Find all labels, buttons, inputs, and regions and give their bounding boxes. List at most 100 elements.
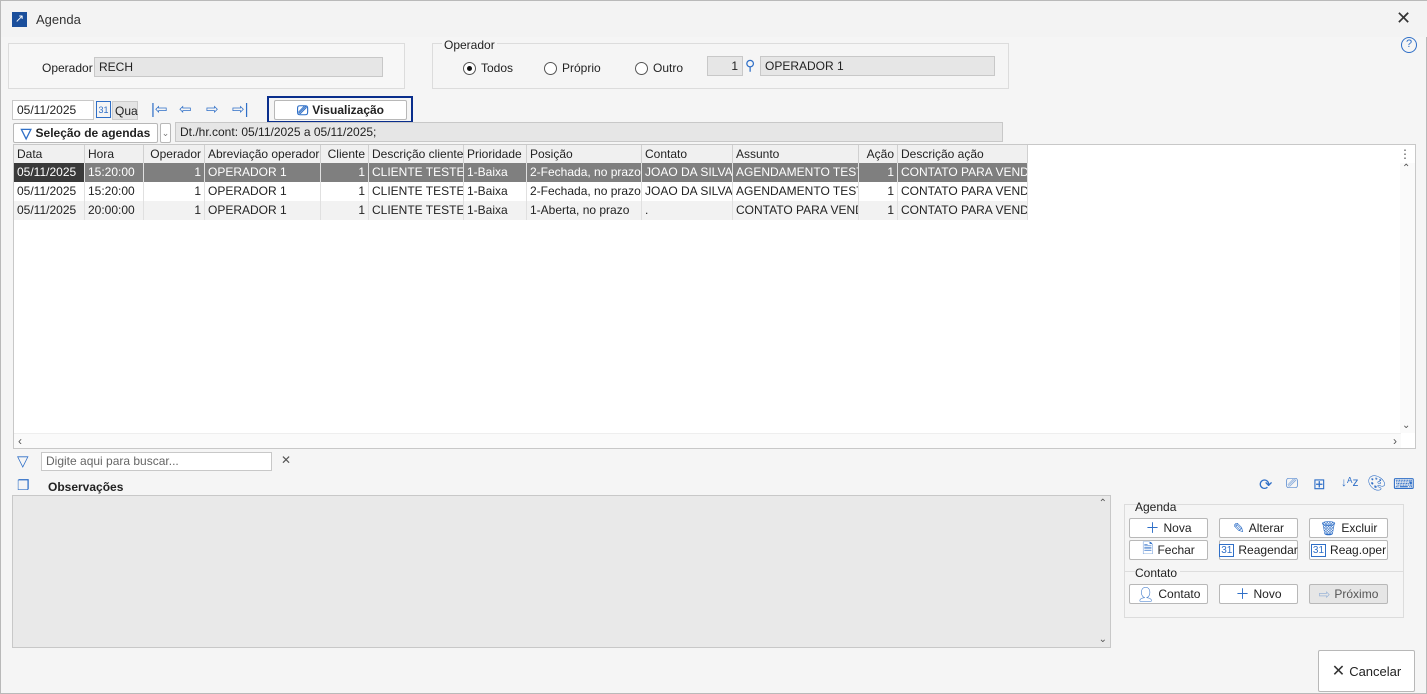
observations-label: Observações	[48, 480, 124, 494]
table-cell: 1	[144, 163, 205, 182]
calendar-icon[interactable]: 31	[96, 101, 111, 118]
last-record-icon[interactable]: ⇨|	[232, 100, 248, 118]
window-title: Agenda	[36, 12, 81, 27]
first-record-icon[interactable]: |⇦	[151, 100, 167, 118]
edit-icon: ✎	[1232, 519, 1245, 536]
table-cell: 1	[144, 182, 205, 201]
table-cell: CONTATO PARA VENDA	[733, 201, 859, 220]
nova-button[interactable]: ＋ Nova	[1129, 518, 1208, 538]
column-header[interactable]: Cliente	[321, 145, 369, 164]
table-cell: 2-Fechada, no prazo	[527, 163, 642, 182]
operator-code-field[interactable]: 1	[707, 56, 743, 76]
table-cell: JOAO DA SILVA	[642, 182, 733, 201]
column-header[interactable]: Contato	[642, 145, 733, 164]
calendar-icon: 31	[1310, 543, 1327, 557]
radio-outro[interactable]: Outro	[635, 61, 683, 76]
table-cell: CLIENTE TESTE	[369, 201, 464, 220]
table-cell: 20:00:00	[85, 201, 144, 220]
layout-icon[interactable]: ⊞	[1313, 475, 1326, 493]
next-icon[interactable]: ⇨	[206, 100, 219, 118]
cancel-button[interactable]: ✕ Cancelar	[1318, 650, 1415, 692]
filter-icon: ▽	[20, 124, 32, 141]
table-cell: 1	[144, 201, 205, 220]
reagendar-button[interactable]: 31 Reagendar	[1219, 540, 1298, 560]
table-cell: 2-Fechada, no prazo	[527, 182, 642, 201]
proximo-button[interactable]: ⇨ Próximo	[1309, 584, 1388, 604]
observations-textarea[interactable]: ⌃ ⌄	[12, 495, 1111, 648]
search-icon[interactable]: ⚲	[745, 57, 755, 74]
observations-toggle-icon[interactable]: ❐	[17, 477, 30, 494]
alterar-button[interactable]: ✎ Alterar	[1219, 518, 1298, 538]
table-cell: CONTATO PARA VENDA	[898, 201, 1028, 220]
horizontal-scrollbar[interactable]: ‹ ›	[14, 433, 1401, 448]
keyboard-icon[interactable]: ⌨	[1393, 475, 1415, 493]
search-input[interactable]: Digite aqui para buscar...	[41, 452, 272, 471]
table-cell: 1	[859, 201, 898, 220]
column-header[interactable]: Descrição cliente	[369, 145, 464, 164]
column-header[interactable]: Abreviação operador	[205, 145, 321, 164]
search-filter-icon[interactable]: ▽	[17, 452, 29, 470]
palette-icon[interactable]: 🎨︎	[1367, 474, 1386, 492]
table-cell: AGENDAMENTO TESTE	[733, 163, 859, 182]
selection-dropdown[interactable]: ⌄	[160, 123, 171, 143]
column-header[interactable]: Operador	[144, 145, 205, 164]
table-cell: 1-Baixa	[464, 163, 527, 182]
table-cell: AGENDAMENTO TESTE	[733, 182, 859, 201]
fechar-button[interactable]: 🗎 Fechar	[1129, 540, 1208, 560]
table-cell: 05/11/2025	[14, 163, 85, 182]
table-cell: CLIENTE TESTE	[369, 163, 464, 182]
reag-oper-button[interactable]: 31 Reag.oper	[1309, 540, 1388, 560]
display-icon[interactable]: ⎚	[1286, 475, 1298, 492]
close-icon: ✕	[1331, 663, 1346, 680]
column-header[interactable]: Assunto	[733, 145, 859, 164]
table-cell: 1-Baixa	[464, 182, 527, 201]
column-header[interactable]: Ação	[859, 145, 898, 164]
table-cell: CLIENTE TESTE	[369, 182, 464, 201]
operator-name-field: OPERADOR 1	[760, 56, 995, 76]
column-header[interactable]: Data	[14, 145, 85, 164]
agenda-table: Data Hora Operador Abreviação operador Clien…	[13, 144, 1416, 449]
column-header[interactable]: Prioridade	[464, 145, 527, 164]
table-cell: 1-Baixa	[464, 201, 527, 220]
help-icon[interactable]: ?	[1401, 37, 1417, 53]
sort-icon[interactable]: ↓ᴬz	[1341, 475, 1358, 489]
table-cell: CONTATO PARA VENDA	[898, 163, 1028, 182]
table-cell: 1	[321, 201, 369, 220]
selection-button[interactable]: ▽ Seleção de agendas	[13, 123, 158, 143]
agenda-window: ↗ Agenda ✕ ? Operador RECH Operador Todo…	[0, 0, 1427, 694]
weekday-label: Qua	[112, 101, 138, 120]
calendar-icon: 31	[1219, 543, 1235, 557]
column-header[interactable]: Descrição ação	[898, 145, 1028, 164]
column-header[interactable]: Posição	[527, 145, 642, 164]
column-header[interactable]: Hora	[85, 145, 144, 164]
app-icon: ↗	[12, 12, 27, 27]
operator-field: RECH	[94, 57, 383, 77]
date-input[interactable]: 05/11/2025	[12, 100, 94, 120]
previous-icon[interactable]: ⇦	[179, 100, 192, 118]
operator-filter-group: Operador Todos Próprio Outro 1 ⚲ OPERADO…	[432, 38, 1009, 89]
agenda-group-legend: Agenda	[1135, 500, 1177, 514]
novo-contato-button[interactable]: ＋ Novo	[1219, 584, 1298, 604]
table-cell: 15:20:00	[85, 182, 144, 201]
excluir-button[interactable]: 🗑︎ Excluir	[1309, 518, 1388, 538]
operator-filter-legend: Operador	[442, 38, 497, 52]
table-cell: 15:20:00	[85, 163, 144, 182]
vertical-scrollbar[interactable]: ⌃ ⌄	[1400, 163, 1415, 433]
radio-todos[interactable]: Todos	[463, 61, 513, 76]
table-cell: .	[642, 201, 733, 220]
refresh-icon[interactable]: ⟳	[1259, 475, 1272, 495]
clear-search-icon[interactable]: ✕	[281, 453, 291, 467]
close-icon[interactable]: ✕	[1396, 8, 1411, 29]
table-cell: 1	[321, 182, 369, 201]
radio-proprio[interactable]: Próprio	[544, 61, 601, 76]
monitor-icon: ⎚	[296, 101, 309, 118]
operator-label: Operador	[42, 61, 93, 75]
contato-button[interactable]: 👤︎ Contato	[1129, 584, 1208, 604]
title-bar: ↗ Agenda ✕	[1, 1, 1427, 37]
view-button[interactable]: ⎚ Visualização	[274, 100, 407, 120]
person-icon: 👤︎	[1136, 585, 1155, 602]
filter-summary: Dt./hr.cont: 05/11/2025 a 05/11/2025;	[175, 122, 1003, 142]
table-cell: 1	[859, 182, 898, 201]
column-menu-icon[interactable]: ⋮	[1399, 147, 1411, 161]
trash-icon: 🗑︎	[1319, 519, 1338, 536]
